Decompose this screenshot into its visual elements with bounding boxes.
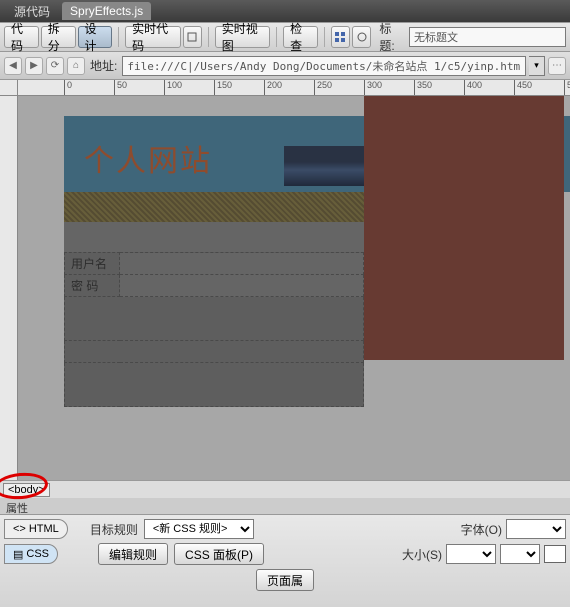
password-label-cell[interactable]: 密 码: [65, 275, 120, 297]
view-code-button[interactable]: 代码: [4, 26, 39, 48]
spacer-cell: [64, 222, 364, 252]
html-tab-icon: <>: [13, 523, 26, 535]
nav-strip[interactable]: [64, 192, 364, 222]
browse-icon[interactable]: ⋯: [548, 57, 566, 75]
spacer-cell[interactable]: [65, 341, 364, 363]
tag-selector-bar: <body>: [0, 480, 570, 498]
table-row[interactable]: [65, 363, 364, 407]
edit-rule-button[interactable]: 编辑规则: [98, 543, 168, 565]
ruler-tick: 100: [164, 80, 182, 96]
spacer-cell[interactable]: [65, 363, 364, 407]
table-row[interactable]: 用户名: [65, 253, 364, 275]
properties-header[interactable]: 属性: [0, 498, 570, 514]
inspect-button[interactable]: 检查: [283, 26, 318, 48]
visual-aids-icon[interactable]: [352, 26, 371, 48]
title-label: 标题:: [375, 20, 407, 54]
ruler-tick: 300: [364, 80, 382, 96]
address-label: 地址:: [88, 57, 119, 74]
size-label: 大小(S): [402, 546, 442, 563]
title-bar: 源代码 SpryEffects.js: [0, 0, 570, 22]
nav-refresh-icon[interactable]: ⟳: [46, 57, 64, 75]
banner[interactable]: 个人网站: [64, 116, 570, 192]
ruler-corner: [0, 80, 18, 96]
vertical-ruler: [0, 96, 18, 480]
canvas[interactable]: 个人网站 用户名 密 码: [18, 96, 570, 480]
table-row[interactable]: 密 码: [65, 275, 364, 297]
divider: [276, 27, 277, 47]
address-toolbar: ◀ ▶ ⟳ ⌂ 地址: ▾ ⋯: [0, 52, 570, 80]
ruler-tick: 50: [114, 80, 127, 96]
ruler-tick: 400: [464, 80, 482, 96]
banner-title[interactable]: 个人网站: [64, 116, 284, 192]
password-input-cell[interactable]: [120, 275, 364, 297]
page-properties-button[interactable]: 页面属: [256, 569, 314, 591]
title-input[interactable]: [409, 27, 566, 47]
ruler-tick: 200: [264, 80, 282, 96]
design-area: 0 50 100 150 200 250 300 350 400 450 500…: [0, 80, 570, 480]
right-column[interactable]: [364, 96, 564, 360]
view-split-button[interactable]: 拆分: [41, 26, 76, 48]
live-view-button[interactable]: 实时视图: [215, 26, 271, 48]
css-panel-button[interactable]: CSS 面板(P): [174, 543, 264, 565]
login-table[interactable]: 用户名 密 码: [64, 252, 364, 407]
table-row[interactable]: [65, 341, 364, 363]
divider: [324, 27, 325, 47]
tab-file[interactable]: SpryEffects.js: [62, 2, 151, 20]
target-rule-select[interactable]: <新 CSS 规则>: [144, 519, 254, 539]
left-column[interactable]: 用户名 密 码: [64, 222, 364, 407]
target-rule-label: 目标规则: [90, 521, 138, 538]
ruler-tick: 0: [64, 80, 72, 96]
tab-source[interactable]: 源代码: [6, 1, 58, 22]
view-design-button[interactable]: 设计: [78, 26, 113, 48]
table-row[interactable]: [65, 297, 364, 341]
ruler-tick: 450: [514, 80, 532, 96]
banner-image[interactable]: [284, 146, 364, 186]
nav-forward-icon[interactable]: ▶: [25, 57, 43, 75]
ruler-tick: 150: [214, 80, 232, 96]
properties-panel: <> HTML 目标规则 <新 CSS 规则> 字体(O) ▤ CSS 编辑规则…: [0, 514, 570, 607]
css-tab[interactable]: ▤ CSS: [4, 544, 58, 564]
html-tab-label: HTML: [29, 523, 59, 535]
color-swatch[interactable]: [544, 545, 566, 563]
html-tab[interactable]: <> HTML: [4, 519, 68, 539]
size-unit-select[interactable]: [500, 544, 540, 564]
live-code-button[interactable]: 实时代码: [125, 26, 181, 48]
divider: [118, 27, 119, 47]
page-body[interactable]: 个人网站 用户名 密 码: [64, 116, 570, 407]
document-toolbar: 代码 拆分 设计 实时代码 实时视图 检查 标题:: [0, 22, 570, 52]
divider: [208, 27, 209, 47]
address-input[interactable]: [122, 56, 526, 76]
nav-home-icon[interactable]: ⌂: [67, 57, 85, 75]
username-label-cell[interactable]: 用户名: [65, 253, 120, 275]
font-select[interactable]: [506, 519, 566, 539]
css-tab-icon: ▤: [13, 548, 23, 561]
ruler-tick: 250: [314, 80, 332, 96]
address-dropdown-icon[interactable]: ▾: [529, 56, 545, 76]
ruler-tick: 500: [564, 80, 570, 96]
font-label: 字体(O): [461, 521, 502, 538]
horizontal-ruler: 0 50 100 150 200 250 300 350 400 450 500: [18, 80, 570, 96]
spacer-cell[interactable]: [65, 297, 364, 341]
tag-body[interactable]: <body>: [3, 483, 50, 497]
multiscreen-icon[interactable]: [331, 26, 350, 48]
nav-back-icon[interactable]: ◀: [4, 57, 22, 75]
ruler-tick: 350: [414, 80, 432, 96]
size-select[interactable]: [446, 544, 496, 564]
live-code-options-icon[interactable]: [183, 26, 202, 48]
css-tab-label: CSS: [26, 548, 49, 560]
username-input-cell[interactable]: [120, 253, 364, 275]
